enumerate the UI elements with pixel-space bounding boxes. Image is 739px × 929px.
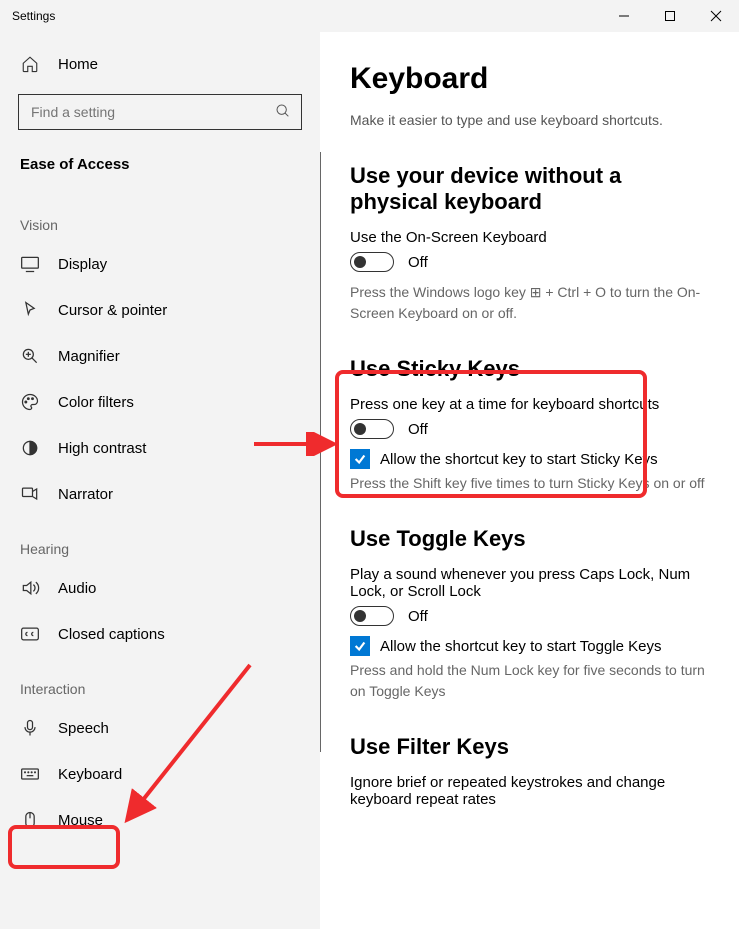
nav-label: Display [58, 256, 107, 273]
onscreen-label: Use the On-Screen Keyboard [350, 229, 715, 246]
nav-label: Magnifier [58, 348, 120, 365]
section-filter-heading: Use Filter Keys [350, 734, 715, 760]
section-label: Ease of Access [0, 148, 320, 193]
togglekeys-state: Off [408, 608, 428, 625]
sticky-hint: Press the Shift key five times to turn S… [350, 473, 715, 494]
home-label: Home [58, 56, 98, 73]
sticky-label: Press one key at a time for keyboard sho… [350, 396, 715, 413]
keyboard-icon [20, 764, 40, 784]
nav-label: Audio [58, 580, 96, 597]
nav-closed-captions[interactable]: Closed captions [0, 611, 320, 657]
filter-label: Ignore brief or repeated keystrokes and … [350, 774, 715, 808]
sticky-check-label: Allow the shortcut key to start Sticky K… [380, 451, 658, 468]
contrast-icon [20, 438, 40, 458]
section-physical-heading: Use your device without a physical keybo… [350, 163, 715, 215]
nav-color-filters[interactable]: Color filters [0, 379, 320, 425]
section-toggle-heading: Use Toggle Keys [350, 526, 715, 552]
group-hearing: Hearing [0, 517, 320, 565]
section-sticky-heading: Use Sticky Keys [350, 356, 715, 382]
page-subtitle: Make it easier to type and use keyboard … [350, 110, 715, 131]
togglekeys-check-label: Allow the shortcut key to start Toggle K… [380, 638, 662, 655]
group-vision: Vision [0, 193, 320, 241]
nav-label: High contrast [58, 440, 146, 457]
mouse-icon [20, 810, 40, 830]
audio-icon [20, 578, 40, 598]
onscreen-state: Off [408, 254, 428, 271]
sticky-state: Off [408, 421, 428, 438]
sidebar: Home Ease of Access Vision Display Curso… [0, 32, 320, 929]
page-title: Keyboard [350, 62, 715, 96]
onscreen-keyboard-toggle[interactable] [350, 252, 394, 272]
search-icon [275, 103, 291, 122]
speech-icon [20, 718, 40, 738]
togglekeys-hint: Press and hold the Num Lock key for five… [350, 660, 715, 702]
close-button[interactable] [693, 0, 739, 32]
minimize-button[interactable] [601, 0, 647, 32]
nav-label: Narrator [58, 486, 113, 503]
sticky-keys-toggle[interactable] [350, 419, 394, 439]
cursor-icon [20, 300, 40, 320]
scroll-indicator[interactable] [320, 152, 321, 752]
toggle-keys-toggle[interactable] [350, 606, 394, 626]
search-box[interactable] [18, 94, 302, 130]
home-icon [20, 54, 40, 74]
home-nav[interactable]: Home [0, 44, 320, 84]
nav-speech[interactable]: Speech [0, 705, 320, 751]
magnifier-icon [20, 346, 40, 366]
narrator-icon [20, 484, 40, 504]
window-controls [601, 0, 739, 32]
cc-icon [20, 624, 40, 644]
nav-keyboard[interactable]: Keyboard [0, 751, 320, 797]
maximize-button[interactable] [647, 0, 693, 32]
togglekeys-shortcut-checkbox[interactable] [350, 636, 370, 656]
group-interaction: Interaction [0, 657, 320, 705]
nav-label: Keyboard [58, 766, 122, 783]
palette-icon [20, 392, 40, 412]
nav-audio[interactable]: Audio [0, 565, 320, 611]
nav-narrator[interactable]: Narrator [0, 471, 320, 517]
nav-label: Cursor & pointer [58, 302, 167, 319]
titlebar: Settings [0, 0, 739, 32]
nav-high-contrast[interactable]: High contrast [0, 425, 320, 471]
nav-label: Closed captions [58, 626, 165, 643]
nav-mouse[interactable]: Mouse [0, 797, 320, 843]
togglekeys-label: Play a sound whenever you press Caps Loc… [350, 566, 715, 600]
nav-display[interactable]: Display [0, 241, 320, 287]
main-content: Keyboard Make it easier to type and use … [320, 32, 739, 929]
nav-magnifier[interactable]: Magnifier [0, 333, 320, 379]
sticky-shortcut-checkbox[interactable] [350, 449, 370, 469]
nav-label: Color filters [58, 394, 134, 411]
display-icon [20, 254, 40, 274]
nav-label: Mouse [58, 812, 103, 829]
onscreen-hint: Press the Windows logo key ⊞ + Ctrl + O … [350, 282, 715, 324]
nav-cursor[interactable]: Cursor & pointer [0, 287, 320, 333]
window-title: Settings [12, 9, 55, 23]
nav-label: Speech [58, 720, 109, 737]
search-input[interactable] [29, 103, 275, 121]
